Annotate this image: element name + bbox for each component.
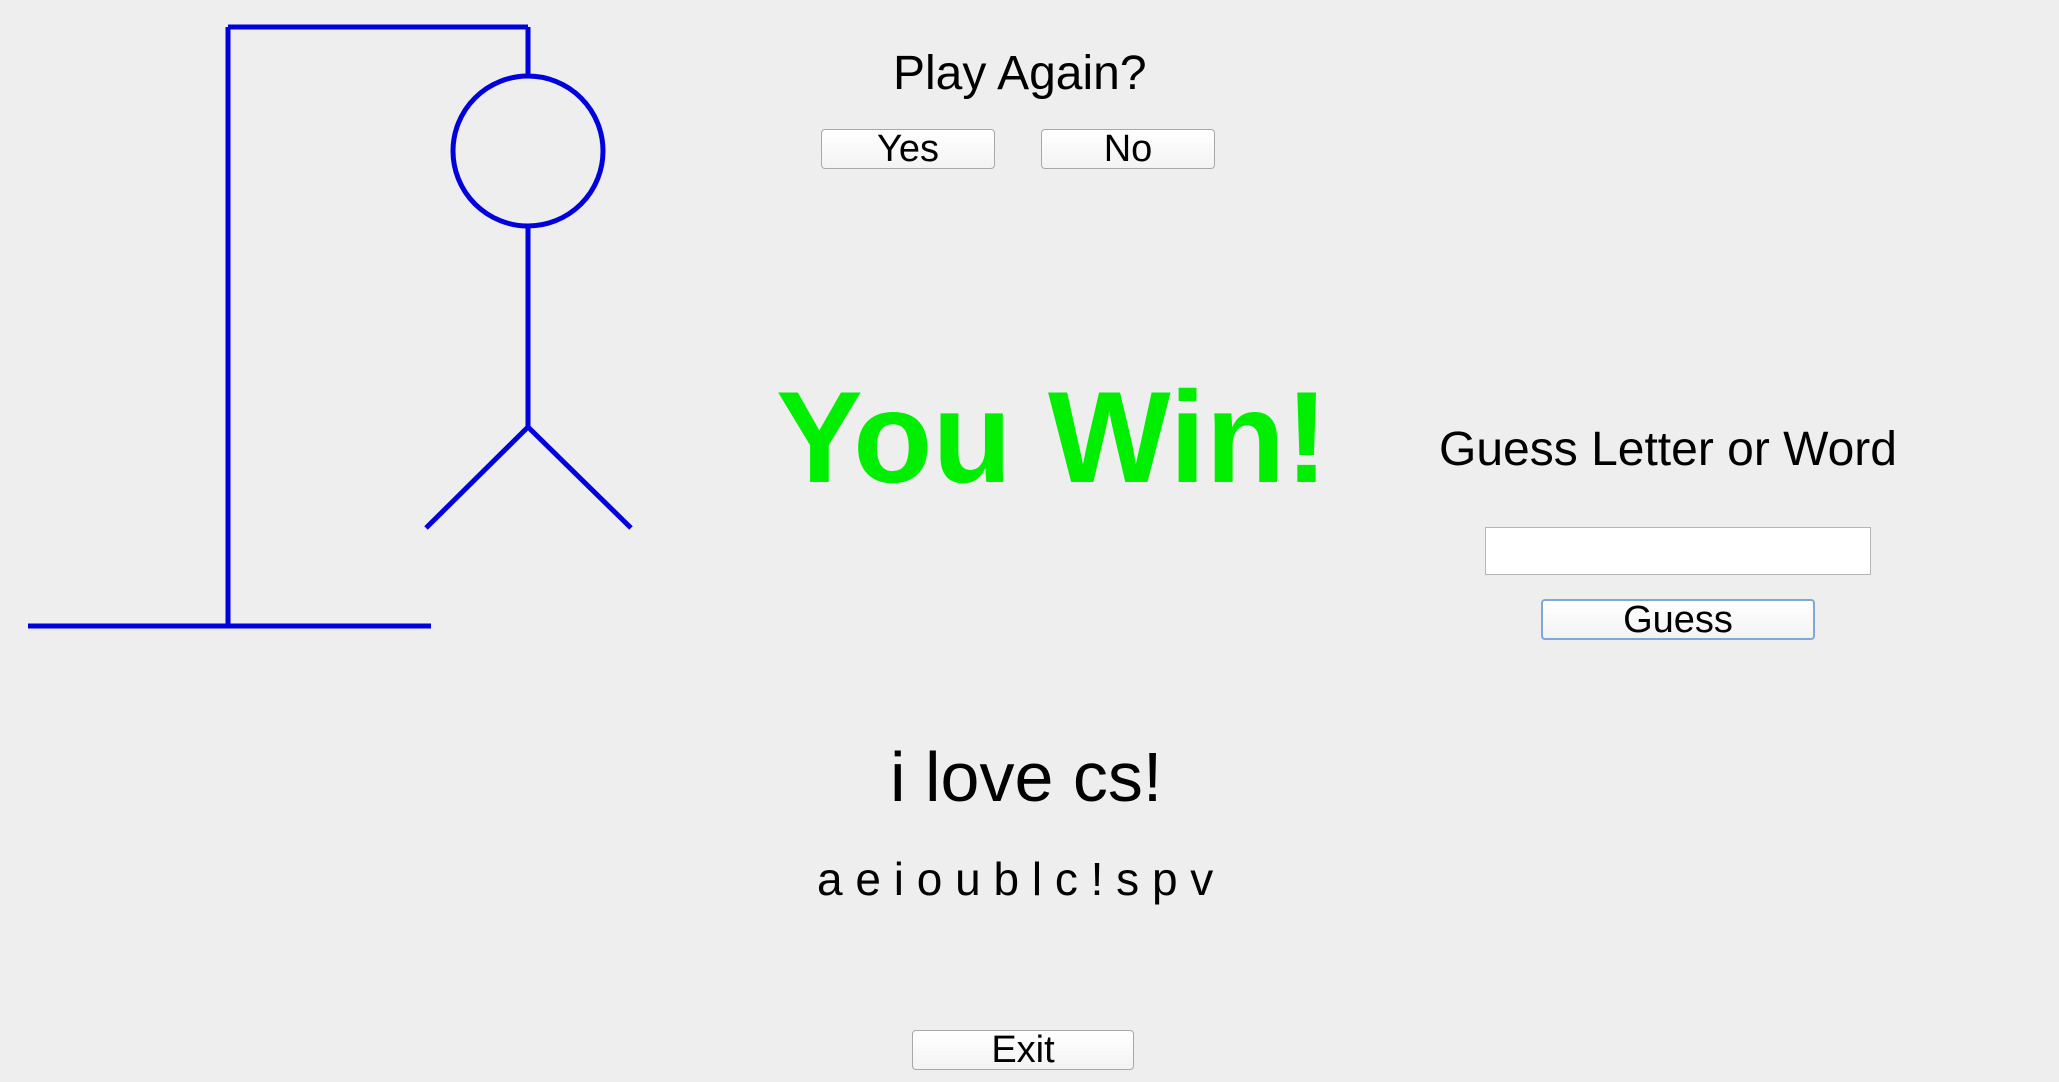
- word-display: i love cs!: [890, 738, 1163, 816]
- no-button[interactable]: No: [1041, 129, 1215, 169]
- guess-input[interactable]: [1485, 527, 1871, 575]
- hangman-left-leg: [424, 425, 530, 530]
- guess-prompt-label: Guess Letter or Word: [1439, 423, 1897, 476]
- hangman-right-leg: [526, 425, 633, 530]
- result-message: You Win!: [776, 364, 1329, 510]
- hangman-window: Play Again? Yes No You Win! Guess Letter…: [0, 0, 2059, 1082]
- yes-button[interactable]: Yes: [821, 129, 995, 169]
- guess-button[interactable]: Guess: [1541, 599, 1815, 640]
- guessed-letters: a e i o u b l c ! s p v: [817, 853, 1214, 905]
- hangman-head: [450, 73, 606, 229]
- play-again-label: Play Again?: [893, 47, 1147, 100]
- exit-button[interactable]: Exit: [912, 1030, 1134, 1070]
- hangman-drawing: [28, 24, 633, 629]
